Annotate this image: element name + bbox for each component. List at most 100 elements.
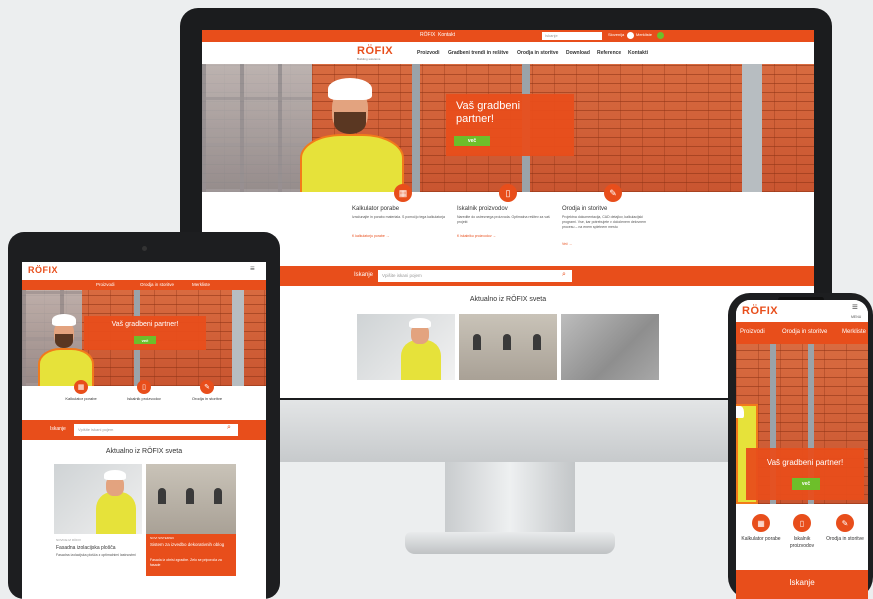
monitor-stand-base	[405, 532, 615, 554]
tablet-search-input[interactable]: Vpišite iskani pojem	[74, 424, 238, 436]
tools-icon: ✎	[604, 184, 622, 202]
tablet-nav-proizvodi[interactable]: Proizvodi	[96, 282, 115, 287]
watchlist-icon[interactable]	[657, 32, 664, 39]
card-kicker: NOVICE IZ RÖFIX	[56, 538, 82, 542]
card-title: Sistem za izvedbo dekorativnih oblog	[150, 542, 225, 547]
phone-screen: RÖFIX ≡ MENU Proizvodi Orodja in storitv…	[736, 300, 868, 599]
tablet-news-card-image[interactable]	[146, 464, 236, 534]
phone-icon: ▯	[499, 184, 517, 202]
news-card-image[interactable]	[459, 314, 557, 380]
tablet-header: RÖFIX ≡	[22, 262, 266, 280]
desktop-hero-image: Vaš gradbeni partner! več	[202, 64, 814, 194]
tablet-logo[interactable]: RÖFIX	[28, 265, 58, 275]
phone-nav-proizvodi[interactable]: Proizvodi	[740, 329, 765, 335]
feature-link[interactable]: K kalkulatorju porabe →	[352, 234, 389, 238]
site-logo[interactable]: RÖFIX	[357, 45, 393, 57]
nav-item-kontakti[interactable]: Kontakti	[628, 50, 648, 56]
topbar-search-input[interactable]: Iskanje	[542, 32, 602, 40]
phone-logo[interactable]: RÖFIX	[742, 305, 778, 317]
phone-feature-label[interactable]: Orodja in storitve	[824, 536, 866, 543]
tablet-news-card-highlight[interactable]: NOVI SISTEMSKI Sistem za izvedbo dekorat…	[146, 534, 236, 576]
desktop-nav: RÖFIX Building solutions Proizvodi Gradb…	[202, 42, 814, 64]
nav-item-download[interactable]: Download	[566, 50, 590, 56]
topbar-link-2[interactable]: Kontakt	[438, 32, 455, 38]
search-icon[interactable]: ⌕	[227, 424, 231, 432]
topbar-link-1[interactable]: RÖFIX	[420, 32, 435, 38]
card-text: Fasada iz obrisi zgradbe. Zelo se pripor…	[150, 558, 222, 567]
hero-more-button[interactable]: več	[454, 136, 490, 146]
phone-nav-merkliste[interactable]: Merkliste	[842, 329, 866, 335]
flag-icon	[627, 32, 634, 39]
monitor-stand	[445, 462, 575, 540]
tablet-search-band: Iskanje Vpišite iskani pojem ⌕	[22, 420, 266, 440]
tablet-features: ▦ Kalkulator porabe ▯ Iskalnik proizvodo…	[22, 380, 266, 418]
phone-feature-label[interactable]: Iskalnik proizvodov	[781, 536, 823, 550]
phone-hero-button[interactable]: več	[792, 478, 820, 490]
calculator-icon: ▦	[394, 184, 412, 202]
card-title: Fasadna izolacijska plošča	[56, 545, 116, 551]
card-text: Fasadna izolacijska plošča z optimalnimi…	[56, 553, 136, 557]
feature-link[interactable]: K iskalniku proizvodov →	[457, 234, 496, 238]
tablet-hero-image: Vaš gradbeni partner! več	[22, 290, 266, 388]
phone-hero-title: Vaš gradbeni partner!	[766, 458, 844, 467]
tablet-news-card[interactable]: NOVICE IZ RÖFIX Fasadna izolacijska ploš…	[54, 536, 142, 576]
tablet-news-card-image[interactable]	[54, 464, 142, 534]
news-card-image[interactable]	[561, 314, 659, 380]
tablet-nav-orodja[interactable]: Orodja in storitve	[140, 282, 174, 287]
phone-icon[interactable]: ▯	[793, 514, 811, 532]
calculator-icon[interactable]: ▦	[74, 380, 88, 394]
tools-icon[interactable]: ✎	[200, 380, 214, 394]
tablet-feature-label[interactable]: Orodja in storitve	[188, 396, 226, 401]
tablet-search-label: Iskanje	[50, 426, 66, 432]
feature-title: Iskalnik proizvodov	[457, 206, 508, 212]
phone-icon[interactable]: ▯	[137, 380, 151, 394]
phone-search-band[interactable]: Iskanje	[736, 570, 868, 599]
feature-text: Izračunajte in porabo materiala. S pomoč…	[352, 215, 445, 219]
tablet-hero-title: Vaš gradbeni partner!	[111, 321, 179, 328]
news-title: Aktualno iz RÖFIX sveta	[469, 296, 547, 303]
feature-text: Projektna dokumentacija, CAD detajlov, k…	[562, 215, 647, 229]
card-kicker: NOVI SISTEMSKI	[150, 536, 175, 540]
nav-item-trendi[interactable]: Gradbeni trendi in rešitve	[448, 50, 509, 56]
tablet-feature-label[interactable]: Iskalnik proizvodov	[125, 396, 163, 401]
logo-tagline: Building solutions	[357, 57, 381, 61]
feature-link[interactable]: Več →	[562, 242, 572, 246]
hamburger-menu-icon[interactable]: ≡	[250, 264, 255, 273]
tablet-news-title: Aktualno iz RÖFIX sveta	[105, 448, 183, 455]
worker-photo	[292, 70, 412, 194]
phone-header: RÖFIX ≡ MENU	[736, 300, 868, 322]
topbar-watchlist[interactable]: Merkliste	[636, 32, 652, 37]
menu-label[interactable]: MENU	[851, 315, 861, 319]
desktop-news: Aktualno iz RÖFIX sveta	[202, 286, 814, 398]
phone-features: ▦ Kalkulator porabe ▯ Iskalnik proizvodo…	[736, 504, 868, 566]
calculator-icon[interactable]: ▦	[752, 514, 770, 532]
tablet-camera	[142, 246, 147, 251]
hamburger-menu-icon[interactable]: ≡	[852, 302, 858, 313]
topbar-language[interactable]: Slovenija	[608, 32, 624, 37]
news-card-image[interactable]	[357, 314, 455, 380]
tablet-feature-label[interactable]: Kalkulator porabe	[62, 396, 100, 401]
search-label: Iskanje	[354, 272, 374, 278]
tools-icon[interactable]: ✎	[836, 514, 854, 532]
nav-item-proizvodi[interactable]: Proizvodi	[417, 50, 440, 56]
tablet-hero-button[interactable]: več	[134, 336, 156, 344]
tablet-nav-merkliste[interactable]: Merkliste	[192, 282, 210, 287]
desktop-search-band: Iskanje Vpišite iskani pojem ⌕	[202, 266, 814, 286]
phone-hero-box: Vaš gradbeni partner! več	[746, 448, 864, 500]
feature-text: Naredite do ustreznega proizvoda. Optima…	[457, 215, 550, 224]
phone-feature-label[interactable]: Kalkulator porabe	[740, 536, 782, 543]
desktop-hero-box: Vaš gradbeni partner! več	[446, 94, 574, 156]
search-input[interactable]: Vpišite iskani pojem	[378, 270, 572, 282]
phone-search-label: Iskanje	[789, 578, 815, 587]
tablet-hero-box: Vaš gradbeni partner! več	[84, 316, 206, 350]
search-icon[interactable]: ⌕	[562, 271, 566, 279]
hero-title: Vaš gradbeni partner!	[456, 100, 521, 125]
desktop-features: ▦ Kalkulator porabe Izračunajte in porab…	[202, 184, 814, 266]
desktop-topbar: RÖFIX Kontakt Iskanje Slovenija Merklist…	[202, 30, 814, 42]
feature-title: Kalkulator porabe	[352, 206, 400, 212]
phone-nav-orodja[interactable]: Orodja in storitve	[782, 329, 827, 335]
nav-item-orodja[interactable]: Orodja in storitve	[517, 50, 558, 56]
nav-item-reference[interactable]: Reference	[597, 50, 621, 56]
phone-hero-image: Vaš gradbeni partner! več	[736, 344, 868, 504]
tablet-screen: RÖFIX ≡ Proizvodi Orodja in storitve Mer…	[22, 262, 266, 599]
